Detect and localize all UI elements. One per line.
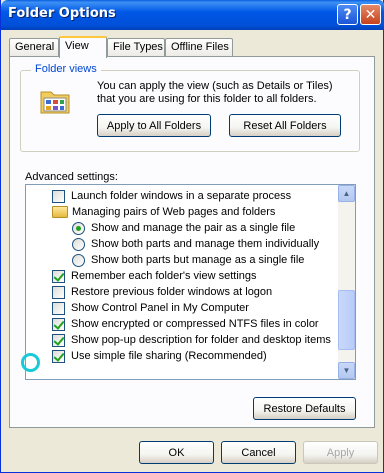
checkbox[interactable] <box>52 349 65 363</box>
tab-general[interactable]: General <box>9 38 59 56</box>
close-button[interactable]: ✕ <box>360 4 381 25</box>
list-item-label: Managing pairs of Web pages and folders <box>72 206 276 218</box>
radio-button[interactable] <box>72 253 85 267</box>
folder-views-label: Folder views <box>31 63 101 75</box>
checkbox[interactable] <box>52 333 65 347</box>
list-item-label: Show and manage the pair as a single fil… <box>91 222 296 234</box>
vertical-scrollbar[interactable]: ▲ ▼ <box>338 185 355 379</box>
list-item-label: Show pop-up description for folder and d… <box>71 334 331 346</box>
tab-view[interactable]: View <box>59 36 107 58</box>
checkbox[interactable] <box>52 317 65 331</box>
checkbox[interactable] <box>52 301 65 315</box>
list-item-label: Show Control Panel in My Computer <box>71 302 249 314</box>
list-item-popup-description[interactable]: Show pop-up description for folder and d… <box>52 332 331 348</box>
scrollbar-thumb[interactable] <box>338 290 355 350</box>
list-item-both-parts-individually[interactable]: Show both parts and manage them individu… <box>72 236 319 252</box>
checkbox[interactable] <box>52 269 65 283</box>
reset-all-folders-button[interactable]: Reset All Folders <box>229 114 341 137</box>
highlight-circle <box>21 353 40 372</box>
list-item-simple-file-sharing[interactable]: Use simple file sharing (Recommended) <box>52 348 267 364</box>
list-item-label: Remember each folder's view settings <box>71 270 257 282</box>
advanced-settings-label: Advanced settings: <box>25 171 118 183</box>
list-item-label: Launch folder windows in a separate proc… <box>71 190 292 202</box>
radio-button[interactable] <box>72 237 85 251</box>
list-item-both-parts-single-file[interactable]: Show both parts but manage as a single f… <box>72 252 304 268</box>
restore-defaults-button[interactable]: Restore Defaults <box>253 397 356 420</box>
apply-button[interactable]: Apply <box>303 441 378 464</box>
advanced-settings-list[interactable]: Launch folder windows in a separate proc… <box>25 184 356 380</box>
checkbox[interactable] <box>52 285 65 299</box>
list-item-restore-windows-logon[interactable]: Restore previous folder windows at logon <box>52 284 272 300</box>
folder-options-dialog: Folder Options ? ✕ General View File Typ… <box>0 0 384 473</box>
apply-to-all-folders-button[interactable]: Apply to All Folders <box>97 114 211 137</box>
scroll-up-icon[interactable]: ▲ <box>338 185 355 202</box>
radio-button[interactable] <box>72 221 85 235</box>
folder-icon <box>52 206 68 218</box>
list-item-label: Use simple file sharing (Recommended) <box>71 350 267 362</box>
list-item-remember-view-settings[interactable]: Remember each folder's view settings <box>52 268 257 284</box>
cancel-button[interactable]: Cancel <box>221 441 296 464</box>
ok-button[interactable]: OK <box>139 441 214 464</box>
list-item-label: Show encrypted or compressed NTFS files … <box>71 318 319 330</box>
list-item-ntfs-color[interactable]: Show encrypted or compressed NTFS files … <box>52 316 319 332</box>
list-item-label: Restore previous folder windows at logon <box>71 286 273 298</box>
tab-file-types[interactable]: File Types <box>107 38 165 56</box>
list-item-label: Show both parts but manage as a single f… <box>91 254 305 266</box>
title-bar[interactable]: Folder Options ? ✕ <box>1 0 384 30</box>
list-item-launch-separate-process[interactable]: Launch folder windows in a separate proc… <box>52 188 291 204</box>
list-item-single-file-pair[interactable]: Show and manage the pair as a single fil… <box>72 220 295 236</box>
folder-views-icon <box>40 91 70 114</box>
tab-offline-files[interactable]: Offline Files <box>165 38 233 56</box>
list-item-managing-pairs: Managing pairs of Web pages and folders <box>52 204 275 220</box>
window-title: Folder Options <box>8 6 116 21</box>
checkbox[interactable] <box>52 189 65 203</box>
list-item-label: Show both parts and manage them individu… <box>91 238 320 250</box>
folder-views-description: You can apply the view (such as Details … <box>97 80 333 105</box>
help-button[interactable]: ? <box>337 4 358 25</box>
scroll-down-icon[interactable]: ▼ <box>338 362 355 379</box>
list-item-show-control-panel[interactable]: Show Control Panel in My Computer <box>52 300 249 316</box>
